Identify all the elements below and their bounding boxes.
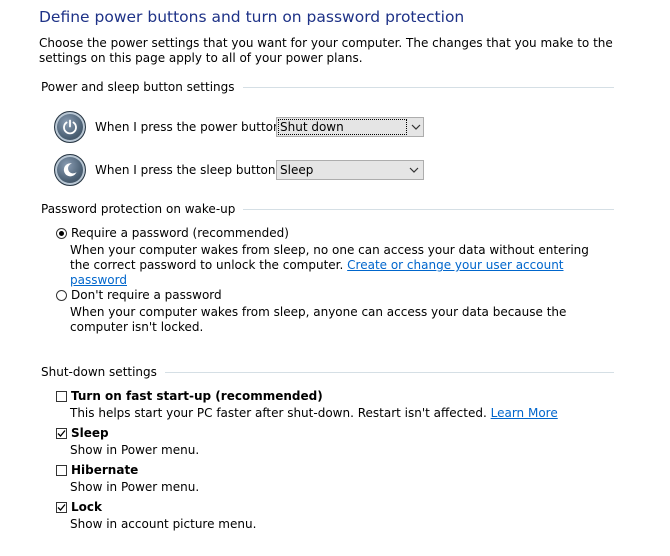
power-icon <box>54 111 86 143</box>
require-password-radio[interactable] <box>56 228 67 239</box>
page-title: Define power buttons and turn on passwor… <box>39 8 465 26</box>
power-button-action-select[interactable]: Shut down <box>276 117 424 137</box>
no-password-radio[interactable] <box>56 290 67 301</box>
page-intro: Choose the power settings that you want … <box>39 36 613 65</box>
radio-selected-dot <box>59 231 64 236</box>
fast-startup-desc-text: This helps start your PC faster after sh… <box>70 406 487 420</box>
fast-startup-description: This helps start your PC faster after sh… <box>70 406 610 421</box>
moon-icon <box>54 154 86 186</box>
section-title: Shut-down settings <box>41 365 157 379</box>
sleep-button-action-select[interactable]: Sleep <box>276 160 424 180</box>
hibernate-description: Show in Power menu. <box>70 480 200 494</box>
sleep-button-action-value: Sleep <box>280 163 314 177</box>
sleep-button-label: When I press the sleep button: <box>95 163 280 177</box>
sleep-checkbox[interactable] <box>56 428 67 439</box>
chevron-down-icon <box>405 167 423 173</box>
power-button-label: When I press the power button: <box>95 120 285 134</box>
section-header-shutdown: Shut-down settings <box>41 364 614 380</box>
section-title: Password protection on wake-up <box>41 202 236 216</box>
lock-checkbox[interactable] <box>56 502 67 513</box>
checkmark-icon <box>57 430 66 437</box>
checkmark-icon <box>57 504 66 511</box>
fast-startup-checkbox[interactable] <box>56 391 67 402</box>
sleep-label[interactable]: Sleep <box>71 426 109 440</box>
hibernate-label[interactable]: Hibernate <box>71 463 138 477</box>
require-password-description: When your computer wakes from sleep, no … <box>70 243 610 288</box>
section-divider <box>243 208 614 210</box>
section-divider <box>164 371 614 373</box>
lock-description: Show in account picture menu. <box>70 517 257 531</box>
chevron-down-icon <box>408 124 423 130</box>
hibernate-checkbox[interactable] <box>56 465 67 476</box>
section-divider <box>242 86 614 88</box>
fast-startup-label[interactable]: Turn on fast start-up (recommended) <box>71 389 323 403</box>
sleep-description: Show in Power menu. <box>70 443 200 457</box>
no-password-description: When your computer wakes from sleep, any… <box>70 305 567 334</box>
power-button-action-value: Shut down <box>278 119 407 135</box>
no-password-label[interactable]: Don't require a password <box>71 288 222 302</box>
section-header-password: Password protection on wake-up <box>41 201 614 217</box>
section-title: Power and sleep button settings <box>41 80 235 94</box>
learn-more-link[interactable]: Learn More <box>491 406 558 420</box>
require-password-label[interactable]: Require a password (recommended) <box>71 226 289 240</box>
lock-label[interactable]: Lock <box>71 500 102 514</box>
section-header-power-sleep: Power and sleep button settings <box>41 79 614 95</box>
